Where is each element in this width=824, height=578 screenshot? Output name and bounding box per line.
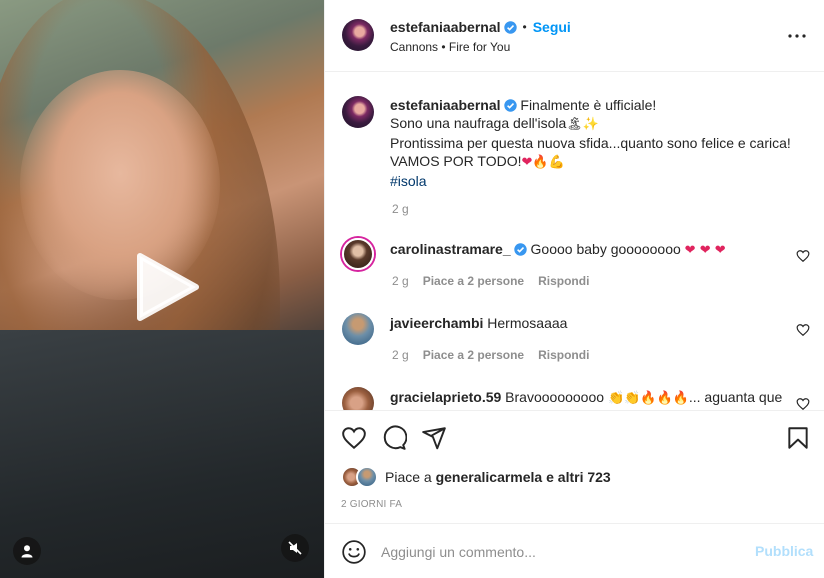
video-player[interactable] [0, 0, 324, 578]
bookmark-icon [788, 427, 808, 449]
caption-line-3: Prontissima per questa nuova sfida...qua… [390, 135, 791, 151]
comment-item: javieerchambi Hermosaaaa [390, 315, 810, 331]
heart-icon[interactable] [796, 397, 810, 410]
post-date[interactable]: 2 GIORNI FA [341, 499, 402, 510]
share-button[interactable] [421, 425, 447, 451]
follow-button[interactable]: Segui [533, 19, 571, 35]
liker-avatars [341, 466, 379, 488]
comment-text: Bravooooooooo [505, 389, 605, 405]
more-options-button[interactable] [785, 24, 809, 48]
comment-time[interactable]: 2 g [392, 348, 409, 362]
post-header: estefaniaabernal • Segui Cannons • Fire … [325, 0, 824, 72]
more-icon [788, 34, 806, 38]
likes-prefix: Piace a [385, 469, 432, 485]
add-comment-bar: Pubblica [325, 523, 824, 578]
island-emoji: 🏝 [566, 117, 583, 132]
liker-avatar [356, 466, 378, 488]
comments-list[interactable]: estefaniaabernal Finalmente è ufficiale!… [325, 73, 824, 410]
header-separator: • [522, 20, 527, 34]
caption-line-4: VAMOS POR TODO! [390, 153, 522, 169]
like-button[interactable] [341, 425, 367, 451]
hashtag-link[interactable]: #isola [390, 172, 810, 190]
comment-avatar[interactable] [342, 387, 374, 410]
muscle-emoji: 💪 [548, 155, 565, 170]
likes-others[interactable]: e altri 723 [546, 469, 611, 485]
post-actions: Piace a generalicarmela e altri 723 2 GI… [325, 410, 824, 522]
clap-fire-emoji: 👏👏🔥🔥🔥 [607, 391, 689, 406]
save-button[interactable] [785, 425, 811, 451]
play-button[interactable] [132, 252, 202, 322]
video-frame-jacket [0, 330, 324, 578]
emoji-button[interactable] [341, 539, 367, 565]
caption-time[interactable]: 2 g [392, 202, 409, 216]
comment-likes[interactable]: Piace a 2 persone [423, 274, 524, 288]
fire-emoji: 🔥 [532, 155, 549, 170]
user-tag-icon [21, 545, 33, 558]
caption-username[interactable]: estefaniaabernal [390, 97, 501, 113]
comment-text: Goooo baby goooooooo [530, 241, 681, 257]
comment-text: Hermosaaaa [487, 315, 568, 331]
heart-icon[interactable] [796, 323, 810, 337]
comment-likes[interactable]: Piace a 2 persone [423, 348, 524, 362]
comment-avatar[interactable] [342, 313, 374, 345]
sparkles-emoji: ✨ [582, 117, 599, 132]
comment-meta: 2 g Piace a 2 persone Rispondi [392, 348, 589, 362]
author-username[interactable]: estefaniaabernal [390, 19, 501, 35]
comment-username[interactable]: javieerchambi [390, 315, 483, 331]
caption-line-2: Sono una naufraga dell'isola [390, 115, 567, 131]
audio-track[interactable]: Cannons • Fire for You [390, 40, 510, 54]
share-icon [422, 427, 446, 450]
mute-button[interactable] [281, 534, 309, 562]
post-panel: estefaniaabernal • Segui Cannons • Fire … [324, 0, 824, 578]
hearts-emoji: ❤ ❤ ❤ [684, 243, 726, 258]
comment-username[interactable]: gracielaprieto.59 [390, 389, 501, 405]
mute-icon [288, 541, 302, 555]
comment-icon [383, 425, 408, 450]
heart-icon[interactable] [796, 249, 810, 263]
verified-icon [503, 99, 517, 112]
heart-icon [342, 427, 366, 450]
comment-item: gracielaprieto.59 Bravooooooooo 👏👏🔥🔥🔥...… [390, 389, 810, 406]
likes-summary: Piace a generalicarmela e altri 723 [341, 466, 611, 488]
reply-button[interactable]: Rispondi [538, 274, 589, 288]
caption-line-1: Finalmente è ufficiale! [520, 97, 657, 113]
likes-user[interactable]: generalicarmela [436, 469, 543, 485]
comment-input[interactable] [381, 540, 731, 564]
tagged-users-button[interactable] [13, 537, 41, 565]
comment-meta: 2 g Piace a 2 persone Rispondi [392, 274, 589, 288]
post-caption: estefaniaabernal Finalmente è ufficiale!… [390, 96, 810, 190]
comment-username[interactable]: carolinastramare_ [390, 241, 511, 257]
heart-emoji: ❤ [521, 155, 533, 170]
comment-text-tail: ... aguanta que [688, 389, 783, 405]
reply-button[interactable]: Rispondi [538, 348, 589, 362]
comment-item: carolinastramare_ Goooo baby goooooooo ❤… [390, 241, 810, 258]
caption-avatar[interactable] [342, 96, 374, 128]
emoji-icon [342, 540, 366, 564]
author-avatar[interactable] [342, 19, 374, 51]
comment-time[interactable]: 2 g [392, 274, 409, 288]
comment-avatar[interactable] [342, 238, 374, 270]
verified-icon [503, 20, 517, 34]
play-icon [137, 253, 199, 321]
publish-button[interactable]: Pubblica [755, 543, 813, 559]
comment-button[interactable] [381, 425, 408, 451]
verified-icon [513, 243, 527, 256]
